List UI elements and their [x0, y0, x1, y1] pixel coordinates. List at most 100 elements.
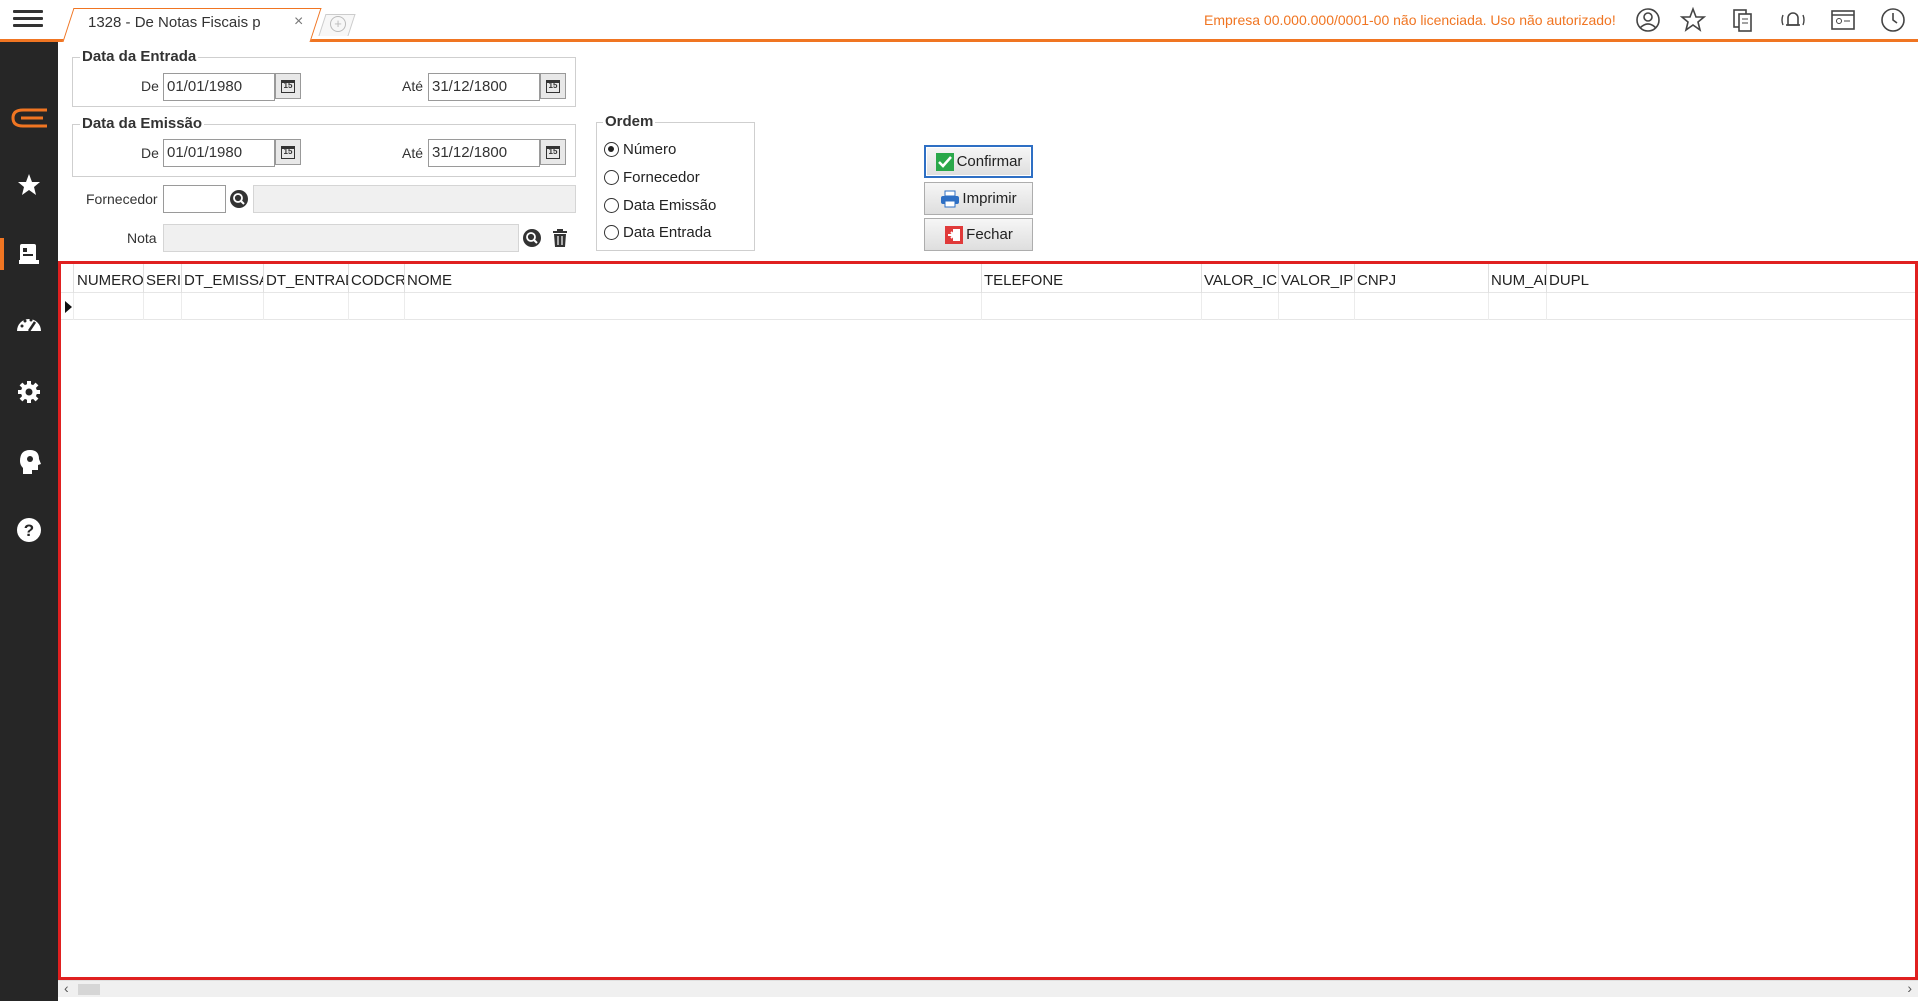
- printer-icon: [941, 190, 960, 207]
- fornecedor-code-input[interactable]: [163, 185, 226, 213]
- nota-label: Nota: [127, 230, 157, 246]
- sidebar: ?: [0, 42, 58, 1001]
- user-card-icon[interactable]: [1829, 6, 1857, 34]
- grid-cell[interactable]: [1355, 293, 1489, 320]
- grid-column-header[interactable]: CODCRE: [349, 264, 405, 293]
- grid-cell[interactable]: [75, 293, 144, 320]
- emissao-title: Data da Emissão: [80, 115, 205, 132]
- new-tab-plus-icon[interactable]: +: [330, 16, 346, 32]
- table-row[interactable]: [61, 293, 1915, 320]
- imprimir-label: Imprimir: [962, 190, 1017, 207]
- confirmar-label: Confirmar: [956, 153, 1023, 170]
- fornecedor-label: Fornecedor: [86, 191, 158, 207]
- radio-icon: [604, 225, 619, 240]
- license-warning: Empresa 00.000.000/0001-00 não licenciad…: [1204, 12, 1616, 28]
- grid-column-header[interactable]: DT_ENTRADA: [264, 264, 349, 293]
- fechar-button[interactable]: Fechar: [924, 218, 1033, 251]
- radio-selected-icon: [604, 142, 619, 157]
- emissao-de-label: De: [141, 145, 159, 161]
- horizontal-scrollbar[interactable]: ‹ ›: [58, 980, 1918, 997]
- fornecedor-search-icon[interactable]: [229, 189, 249, 209]
- nota-input[interactable]: [163, 224, 519, 252]
- top-bar: 1328 - De Notas Fiscais p × + Empresa 00…: [0, 0, 1918, 42]
- radio-icon: [604, 198, 619, 213]
- ordem-title: Ordem: [603, 113, 656, 130]
- grid-column-header[interactable]: DT_EMISSAO: [182, 264, 264, 293]
- scroll-left-arrow-icon[interactable]: ‹: [64, 980, 69, 996]
- ordem-option-label: Fornecedor: [623, 169, 700, 186]
- grid-column-header[interactable]: CNPJ: [1355, 264, 1489, 293]
- star-outline-icon[interactable]: [1679, 6, 1707, 34]
- grid-cell[interactable]: [1202, 293, 1279, 320]
- nota-clear-trash-icon[interactable]: [551, 228, 569, 248]
- ordem-option-label: Data Emissão: [623, 197, 717, 214]
- ordem-option-label: Número: [623, 141, 677, 158]
- grid-cell[interactable]: [264, 293, 349, 320]
- svg-text:?: ?: [24, 521, 34, 540]
- entrada-de-calendar-button[interactable]: 15: [275, 73, 301, 99]
- emissao-ate-input[interactable]: 31/12/1800: [428, 139, 540, 167]
- head-gear-icon[interactable]: [0, 441, 58, 481]
- help-icon[interactable]: ?: [0, 510, 58, 550]
- reports-icon[interactable]: [0, 234, 58, 274]
- hamburger-menu-icon[interactable]: [13, 6, 43, 32]
- grid-cell: [61, 293, 74, 320]
- ordem-radio-numero[interactable]: Número: [604, 141, 676, 158]
- calendar-icon: 15: [546, 79, 560, 93]
- entrada-ate-calendar-button[interactable]: 15: [540, 73, 566, 99]
- ordem-radio-data-emissao[interactable]: Data Emissão: [604, 197, 716, 214]
- notification-bell-icon[interactable]: [1779, 6, 1807, 34]
- imprimir-button[interactable]: Imprimir: [924, 182, 1033, 215]
- favorites-star-icon[interactable]: [0, 165, 58, 205]
- user-icon[interactable]: [1634, 6, 1662, 34]
- calendar-icon: 15: [546, 145, 560, 159]
- app-logo-icon[interactable]: [0, 98, 58, 138]
- settings-gear-icon[interactable]: [0, 372, 58, 412]
- ordem-radio-data-entrada[interactable]: Data Entrada: [604, 224, 711, 241]
- grid-cell[interactable]: [349, 293, 405, 320]
- radio-icon: [604, 170, 619, 185]
- entrada-ate-label: Até: [402, 78, 424, 94]
- grid-column-header[interactable]: NOME: [405, 264, 982, 293]
- grid-column-header[interactable]: SERIE: [144, 264, 182, 293]
- grid-cell[interactable]: [982, 293, 1202, 320]
- documents-icon[interactable]: [1729, 6, 1757, 34]
- exit-icon: [945, 225, 964, 244]
- grid-column-header[interactable]: VALOR_IPI: [1279, 264, 1355, 293]
- power-icon[interactable]: [1879, 6, 1907, 34]
- fornecedor-name-input[interactable]: [253, 185, 576, 213]
- grid-cell[interactable]: [182, 293, 264, 320]
- entrada-de-input[interactable]: 01/01/1980: [163, 73, 275, 101]
- grid-cell[interactable]: [144, 293, 182, 320]
- emissao-de-input[interactable]: 01/01/1980: [163, 139, 275, 167]
- grid-column-header[interactable]: DUPL: [1547, 264, 1915, 293]
- scrollbar-thumb[interactable]: [78, 984, 100, 995]
- emissao-ate-calendar-button[interactable]: 15: [540, 139, 566, 165]
- scroll-right-arrow-icon[interactable]: ›: [1907, 980, 1912, 996]
- grid-cell[interactable]: [405, 293, 982, 320]
- entrada-de-label: De: [141, 78, 159, 94]
- grid-column-header[interactable]: NUM_AP: [1489, 264, 1547, 293]
- emissao-de-calendar-button[interactable]: 15: [275, 139, 301, 165]
- entrada-title: Data da Entrada: [80, 48, 199, 65]
- confirmar-button[interactable]: Confirmar: [924, 145, 1033, 178]
- ordem-radio-fornecedor[interactable]: Fornecedor: [604, 169, 700, 186]
- calendar-icon: 15: [281, 79, 295, 93]
- entrada-ate-input[interactable]: 31/12/1800: [428, 73, 540, 101]
- tab-title[interactable]: 1328 - De Notas Fiscais p: [88, 14, 261, 31]
- grid-column-header[interactable]: NUMERO: [75, 264, 144, 293]
- grid-column-header[interactable]: TELEFONE: [982, 264, 1202, 293]
- ordem-option-label: Data Entrada: [623, 224, 712, 241]
- grid-cell[interactable]: [1279, 293, 1355, 320]
- grid-cell[interactable]: [1489, 293, 1547, 320]
- grid-indicator-header: [61, 264, 74, 293]
- emissao-ate-label: Até: [402, 145, 424, 161]
- grid-column-header[interactable]: VALOR_ICM: [1202, 264, 1279, 293]
- calendar-icon: 15: [281, 145, 295, 159]
- results-grid[interactable]: NUMERO SERIE DT_EMISSAO DT_ENTRADA CODCR…: [58, 261, 1918, 980]
- fechar-label: Fechar: [966, 226, 1013, 243]
- check-icon: [935, 152, 954, 171]
- nota-search-icon[interactable]: [522, 228, 542, 248]
- dashboard-gauge-icon[interactable]: [0, 303, 58, 343]
- tab-close-icon[interactable]: ×: [294, 13, 303, 31]
